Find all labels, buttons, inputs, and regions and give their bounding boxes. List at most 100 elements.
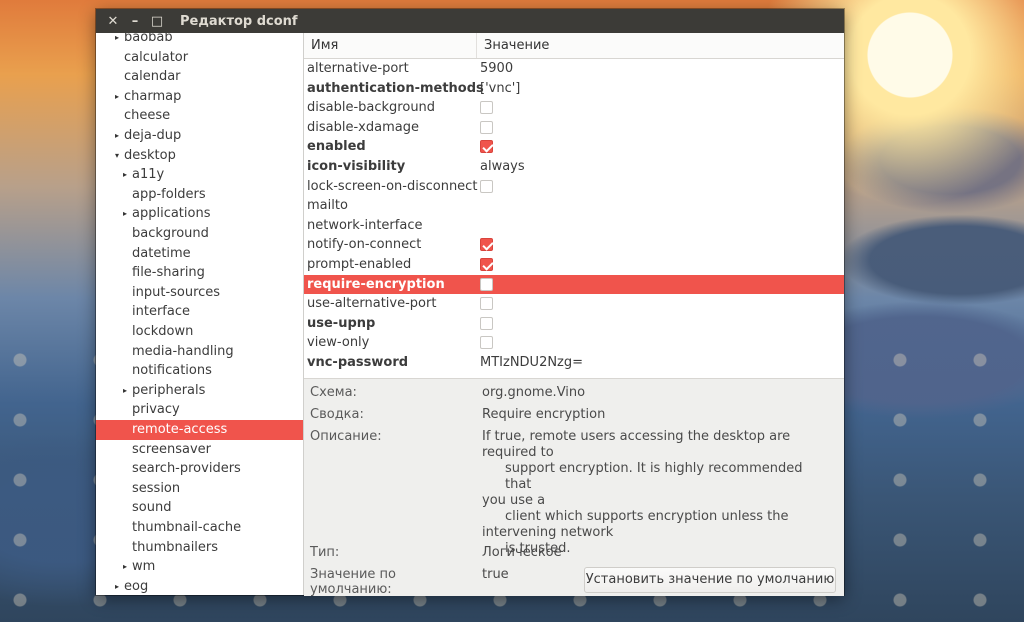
tree-item-sound[interactable]: sound [96, 498, 303, 518]
expander-closed-icon[interactable]: ▸ [115, 87, 119, 107]
expander-closed-icon[interactable]: ▸ [123, 381, 127, 401]
key-row-use-alternative-port[interactable]: use-alternative-port [304, 294, 844, 314]
tree-item-lockdown[interactable]: lockdown [96, 322, 303, 342]
key-value[interactable]: MTIzNDU2Nzg= [480, 353, 583, 373]
checkbox-checked[interactable] [480, 238, 493, 252]
key-value[interactable]: always [480, 157, 525, 177]
tree-item-session[interactable]: session [96, 479, 303, 499]
checkbox-unchecked[interactable] [480, 316, 493, 330]
tree-item-background[interactable]: background [96, 224, 303, 244]
checkbox-unchecked[interactable] [480, 120, 493, 134]
key-name: mailto [307, 198, 348, 214]
dconf-editor-window: ✕ – □ Редактор dconf ▸ baobab calculator ca… [96, 9, 844, 597]
minimize-icon[interactable]: – [124, 14, 146, 29]
key-row-prompt-enabled[interactable]: prompt-enabled [304, 255, 844, 275]
tree-item-desktop[interactable]: ▾ desktop [96, 146, 303, 166]
checkbox-unchecked[interactable] [480, 101, 493, 115]
tree-item-wm[interactable]: ▸ wm [96, 557, 303, 577]
key-row-require-encryption[interactable]: require-encryption [304, 274, 844, 295]
key-value[interactable]: 5900 [480, 59, 513, 79]
key-row-notify-on-connect[interactable]: notify-on-connect [304, 235, 844, 255]
tree-item-media-handling[interactable]: media-handling [96, 342, 303, 362]
key-row-view-only[interactable]: view-only [304, 333, 844, 353]
summary-value: Require encryption [482, 407, 606, 422]
tree-item-datetime[interactable]: datetime [96, 244, 303, 264]
close-icon[interactable]: ✕ [102, 14, 124, 29]
key-details-panel: Схема: org.gnome.Vino Сводка: Require en… [304, 378, 844, 597]
tree-item-label: app-folders [132, 186, 206, 202]
titlebar: ✕ – □ Редактор dconf [96, 9, 844, 33]
tree-item-app-folders[interactable]: app-folders [96, 185, 303, 205]
tree-item-input-sources[interactable]: input-sources [96, 283, 303, 303]
key-value[interactable]: ['vnc'] [480, 79, 520, 99]
set-default-button[interactable]: Установить значение по умолчанию [584, 567, 836, 593]
checkbox-unchecked[interactable] [480, 297, 493, 311]
schema-tree[interactable]: ▸ baobab calculator calendar ▸ charmap cheese ▸… [96, 33, 304, 595]
schema-value: org.gnome.Vino [482, 385, 586, 400]
checkbox-unchecked[interactable] [480, 336, 493, 350]
key-row-use-upnp[interactable]: use-upnp [304, 314, 844, 334]
expander-closed-icon[interactable]: ▸ [115, 126, 119, 146]
tree-item-search-providers[interactable]: search-providers [96, 459, 303, 479]
tree-item-file-sharing[interactable]: file-sharing [96, 263, 303, 283]
expander-closed-icon[interactable]: ▸ [123, 204, 127, 224]
checkbox-checked[interactable] [480, 258, 493, 271]
key-row-lock-screen-on-disconnect[interactable]: lock-screen-on-disconnect [304, 177, 844, 197]
expander-closed-icon[interactable]: ▸ [123, 557, 127, 577]
tree-item-a11y[interactable]: ▸ a11y [96, 165, 303, 185]
tree-item-interface[interactable]: interface [96, 302, 303, 322]
key-row-alternative-port[interactable]: alternative-port 5900 [304, 59, 844, 79]
expander-closed-icon[interactable]: ▸ [123, 165, 127, 185]
description-line: If true, remote users accessing the desk… [482, 429, 791, 444]
tree-item-cheese[interactable]: cheese [96, 106, 303, 126]
expander-closed-icon[interactable]: ▸ [115, 577, 119, 595]
tree-item-peripherals[interactable]: ▸ peripherals [96, 381, 303, 401]
description-value: If true, remote users accessing the desk… [482, 429, 832, 557]
checkbox-unchecked[interactable] [480, 277, 493, 291]
checkbox-unchecked[interactable] [480, 179, 493, 193]
tree-item-thumbnail-cache[interactable]: thumbnail-cache [96, 518, 303, 538]
tree-item-eog[interactable]: ▸ eog [96, 577, 303, 595]
column-header-name[interactable]: Имя [311, 33, 338, 58]
key-row-icon-visibility[interactable]: icon-visibility always [304, 157, 844, 177]
checkbox-checked[interactable] [480, 140, 493, 154]
expander-open-icon[interactable]: ▾ [115, 146, 119, 166]
tree-item-label: cheese [124, 108, 171, 124]
description-label: Описание: [310, 429, 382, 444]
key-name: lock-screen-on-disconnect [307, 178, 478, 194]
schema-label: Схема: [310, 385, 357, 400]
maximize-icon[interactable]: □ [146, 14, 168, 29]
key-row-enabled[interactable]: enabled [304, 137, 844, 157]
description-line: required to [482, 445, 554, 460]
tree-item-charmap[interactable]: ▸ charmap [96, 87, 303, 107]
expander-closed-icon[interactable]: ▸ [115, 33, 119, 48]
keys-table-header: Имя Значение [304, 33, 844, 59]
key-name: icon-visibility [307, 159, 406, 174]
key-row-authentication-methods[interactable]: authentication-methods ['vnc'] [304, 79, 844, 99]
tree-item-thumbnailers[interactable]: thumbnailers [96, 538, 303, 558]
tree-item-privacy[interactable]: privacy [96, 400, 303, 420]
key-name: notify-on-connect [307, 237, 422, 253]
type-label: Тип: [310, 545, 340, 560]
key-row-disable-xdamage[interactable]: disable-xdamage [304, 118, 844, 138]
tree-item-notifications[interactable]: notifications [96, 361, 303, 381]
key-name: require-encryption [307, 276, 445, 292]
key-row-network-interface[interactable]: network-interface [304, 216, 844, 236]
description-line: intervening network [482, 525, 614, 540]
tree-item-label: a11y [132, 167, 165, 183]
tree-item-remote-access[interactable]: remote-access [96, 420, 303, 440]
tree-item-label: charmap [124, 88, 182, 104]
tree-item-applications[interactable]: ▸ applications [96, 204, 303, 224]
tree-item-calculator[interactable]: calculator [96, 48, 303, 68]
key-row-vnc-password[interactable]: vnc-password MTIzNDU2Nzg= [304, 353, 844, 373]
tree-item-baobab[interactable]: ▸ baobab [96, 33, 303, 48]
column-header-value[interactable]: Значение [476, 33, 549, 58]
key-name: disable-xdamage [307, 119, 419, 135]
tree-item-deja-dup[interactable]: ▸ deja-dup [96, 126, 303, 146]
tree-item-screensaver[interactable]: screensaver [96, 440, 303, 460]
tree-item-label: lockdown [132, 324, 194, 339]
key-row-mailto[interactable]: mailto [304, 196, 844, 216]
key-row-disable-background[interactable]: disable-background [304, 98, 844, 118]
tree-item-calendar[interactable]: calendar [96, 67, 303, 87]
tree-item-label: calculator [124, 49, 189, 65]
